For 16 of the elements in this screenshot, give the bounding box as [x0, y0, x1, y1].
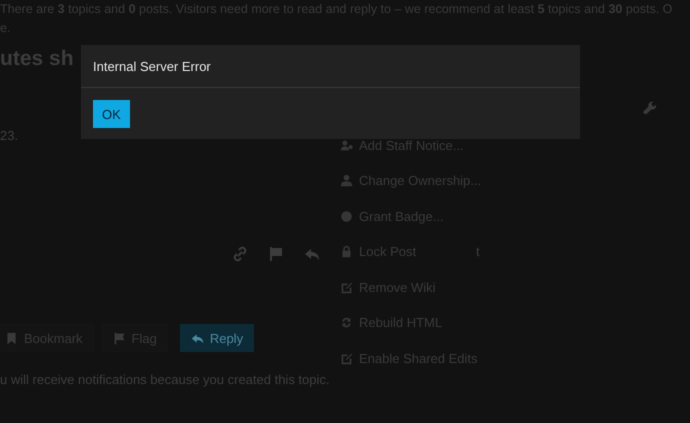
menu-item-icon	[340, 210, 353, 222]
menu-item-icon	[340, 280, 353, 294]
reply-button[interactable]: Reply	[180, 324, 254, 352]
flag-icon[interactable]	[268, 246, 284, 262]
menu-item-icon	[340, 138, 353, 152]
menu-item-icon	[340, 174, 353, 187]
link-icon[interactable]	[232, 246, 248, 262]
wrench-icon[interactable]	[641, 99, 656, 114]
bookmark-icon	[5, 332, 18, 344]
menu-item-icon	[340, 352, 353, 364]
dialog-title: Internal Server Error	[81, 45, 580, 88]
menu-item-icon	[340, 245, 353, 258]
reply-icon[interactable]	[304, 246, 320, 262]
flag-icon	[112, 332, 126, 344]
ok-button[interactable]: OK	[93, 100, 130, 128]
menu-item-icon	[340, 316, 353, 329]
